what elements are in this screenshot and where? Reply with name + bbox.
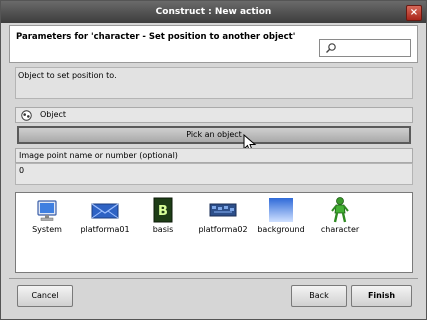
parameter-description: Object to set position to. [15, 67, 413, 99]
object-name: System [32, 225, 62, 234]
image-point-label-row: Image point name or number (optional) [15, 148, 413, 163]
character-sprite-icon [331, 197, 349, 223]
image-point-input[interactable]: 0 [15, 163, 413, 185]
object-name: platforma01 [80, 225, 130, 234]
object-icon [21, 110, 32, 121]
system-monitor-icon [37, 200, 57, 221]
title-bar[interactable]: Construct : New action × [1, 1, 426, 23]
svg-text:B: B [158, 204, 168, 219]
image-point-label: Image point name or number (optional) [19, 151, 178, 160]
search-input[interactable] [319, 39, 411, 57]
basis-sprite-icon: B [153, 197, 173, 223]
background-sprite-icon [269, 198, 293, 222]
object-name: character [320, 225, 360, 234]
search-icon [326, 43, 336, 53]
cancel-button[interactable]: Cancel [17, 285, 73, 307]
close-icon: × [409, 7, 419, 18]
object-parameter-row: Object [15, 107, 413, 123]
platforma01-sprite-icon [91, 203, 119, 219]
object-name: basis [152, 225, 174, 234]
image-point-value: 0 [19, 166, 25, 175]
parameters-header: Parameters for 'character - Set position… [9, 25, 418, 63]
platforma02-sprite-icon [209, 203, 237, 217]
object-name: background [257, 225, 305, 234]
window-title: Construct : New action [155, 7, 272, 17]
back-button[interactable]: Back [291, 285, 347, 307]
header-title: Parameters for 'character - Set position… [16, 32, 296, 42]
close-button[interactable]: × [406, 5, 422, 21]
new-action-dialog: Construct : New action × Parameters for … [0, 0, 427, 320]
footer-divider [9, 278, 418, 279]
object-label: Object [40, 110, 67, 119]
pick-object-button[interactable]: Pick an object [17, 126, 411, 144]
object-picker-list: System platforma01 B basis platforma02 b… [15, 192, 413, 273]
finish-button[interactable]: Finish [351, 285, 412, 307]
description-text: Object to set position to. [18, 71, 117, 80]
object-name: platforma02 [198, 225, 248, 234]
